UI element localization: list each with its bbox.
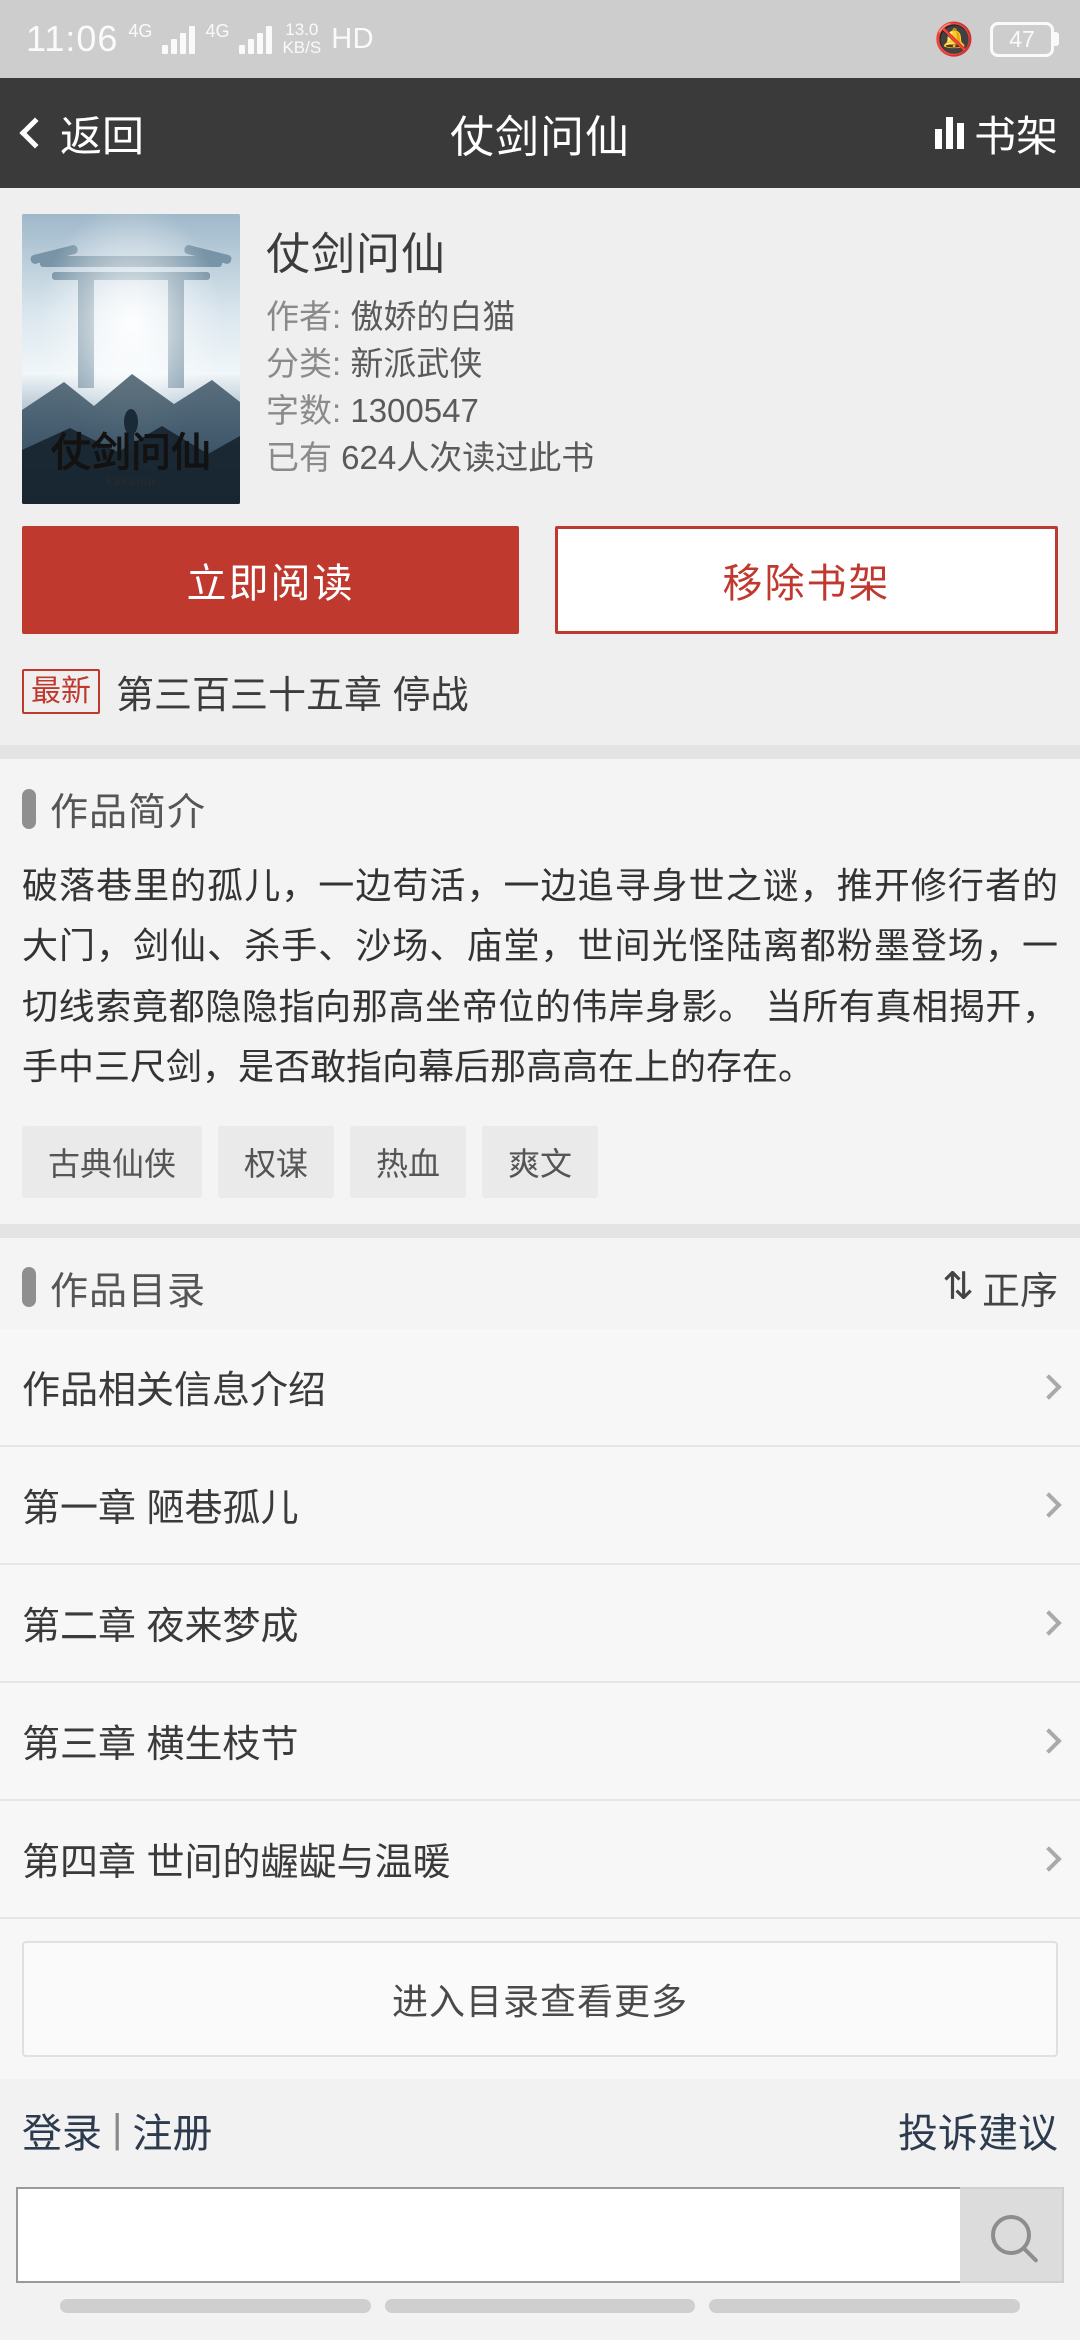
book-cover-artwork: 仗剑问仙 kakaluo	[22, 214, 240, 504]
system-navigation-bar	[0, 2282, 1080, 2313]
nav-home-button[interactable]	[384, 2298, 696, 2313]
chapter-title: 第四章 世间的龌龊与温暖	[22, 1842, 451, 1885]
network-speed-value: 13.0	[285, 20, 319, 40]
book-readers-row: 已有 624人次读过此书	[266, 435, 594, 482]
tag-item[interactable]: 古典仙侠	[22, 1125, 203, 1198]
sort-updown-icon: ⇅	[942, 1266, 974, 1309]
page-footer: 登录 | 注册 投诉建议	[0, 2078, 1080, 2173]
chapter-row[interactable]: 第二章 夜来梦成	[0, 1565, 1080, 1683]
chapter-row[interactable]: 第一章 陋巷孤儿	[0, 1447, 1080, 1565]
navigation-bar: 返回 仗剑问仙 书架	[0, 78, 1080, 188]
book-author-label: 作者:	[266, 298, 342, 335]
network-speed: 13.0 KB/S	[282, 21, 321, 57]
book-readers-count: 624	[341, 438, 397, 476]
action-buttons: 立即阅读 移除书架	[0, 526, 1080, 654]
feedback-link[interactable]: 投诉建议	[898, 2101, 1058, 2159]
tag-item[interactable]: 热血	[350, 1125, 467, 1198]
section-divider	[0, 745, 1080, 759]
search-bar	[0, 2172, 1080, 2283]
network-type-1-label: 4G	[128, 21, 153, 41]
tag-item[interactable]: 爽文	[482, 1125, 599, 1198]
book-wordcount-value: 1300547	[350, 391, 479, 429]
bookshelf-icon	[934, 117, 964, 149]
latest-badge: 最新	[22, 668, 100, 715]
signal-bars-1-icon	[162, 24, 196, 54]
network-speed-unit: KB/S	[282, 38, 322, 57]
hd-call-label: HD	[331, 22, 375, 55]
chapter-title: 第二章 夜来梦成	[22, 1606, 299, 1649]
network-type-2-label: 4G	[205, 21, 230, 41]
login-link[interactable]: 登录	[22, 2101, 102, 2159]
status-bar-left: 11:06 4G 4G 13.0 KB/S HD	[26, 18, 374, 60]
svg-text:kakaluo: kakaluo	[106, 475, 156, 488]
book-author-value: 傲娇的白猫	[350, 298, 516, 335]
chapter-title: 第三章 横生枝节	[22, 1724, 299, 1767]
search-icon	[991, 2214, 1031, 2255]
chevron-right-icon	[1036, 1492, 1062, 1518]
chevron-left-icon	[19, 117, 51, 149]
enter-catalog-button[interactable]: 进入目录查看更多	[22, 1940, 1058, 2057]
remove-from-shelf-button[interactable]: 移除书架	[555, 526, 1058, 634]
search-button[interactable]	[960, 2186, 1064, 2283]
book-title: 仗剑问仙	[266, 230, 446, 279]
chevron-right-icon	[1036, 1728, 1062, 1754]
book-readers-prefix: 已有	[266, 438, 332, 476]
section-accent-bar	[22, 788, 36, 829]
page-title: 仗剑问仙	[450, 113, 630, 162]
read-now-button[interactable]: 立即阅读	[22, 526, 519, 634]
status-bar: 11:06 4G 4G 13.0 KB/S HD 🔕 47	[0, 0, 1080, 78]
tag-item[interactable]: 权谋	[218, 1125, 335, 1198]
nav-back-button[interactable]	[709, 2298, 1021, 2313]
search-input[interactable]	[16, 2186, 960, 2283]
battery-indicator: 47	[990, 21, 1054, 57]
book-cover[interactable]: 仗剑问仙 kakaluo	[22, 214, 240, 504]
book-readers-suffix: 人次读过此书	[396, 438, 595, 476]
sort-order-button[interactable]: ⇅ 正序	[942, 1260, 1058, 1315]
tag-list: 古典仙侠 权谋 热血 爽文	[0, 1108, 1080, 1224]
bookshelf-button[interactable]: 书架	[927, 97, 1066, 170]
chapter-row[interactable]: 作品相关信息介绍	[0, 1329, 1080, 1447]
register-link[interactable]: 注册	[132, 2101, 212, 2159]
section-accent-bar	[22, 1267, 36, 1308]
footer-separator: |	[112, 2107, 123, 2152]
chapter-list: 作品相关信息介绍 第一章 陋巷孤儿 第二章 夜来梦成 第三章 横生枝节 第四章 …	[0, 1328, 1080, 1919]
chapter-title: 第一章 陋巷孤儿	[22, 1488, 299, 1531]
catalog-header: 作品目录 ⇅ 正序	[0, 1238, 1080, 1329]
book-wordcount-row: 字数: 1300547	[266, 388, 594, 435]
chapter-row[interactable]: 第四章 世间的龌龊与温暖	[0, 1801, 1080, 1919]
book-metadata: 仗剑问仙 作者: 傲娇的白猫 分类: 新派武侠 字数: 1300547 已有 6…	[240, 214, 594, 504]
bookshelf-label: 书架	[973, 112, 1058, 160]
latest-chapter-row[interactable]: 最新 第三百三十五章 停战	[0, 654, 1080, 745]
chevron-right-icon	[1036, 1374, 1062, 1400]
latest-chapter-title: 第三百三十五章 停战	[116, 675, 469, 717]
intro-text: 破落巷里的孤儿，一边苟活，一边追寻身世之谜，推开修行者的大门，剑仙、杀手、沙场、…	[22, 865, 1058, 1088]
chapter-row[interactable]: 第三章 横生枝节	[0, 1683, 1080, 1801]
book-category-row: 分类: 新派武侠	[266, 341, 594, 388]
back-button[interactable]: 返回	[14, 97, 154, 170]
intro-header: 作品简介	[0, 759, 1080, 850]
book-wordcount-label: 字数:	[266, 391, 342, 429]
chevron-right-icon	[1036, 1610, 1062, 1636]
book-author-row: 作者: 傲娇的白猫	[266, 294, 594, 341]
chapter-title: 作品相关信息介绍	[22, 1370, 327, 1413]
catalog-heading: 作品目录	[50, 1270, 207, 1313]
chevron-right-icon	[1036, 1846, 1062, 1872]
back-button-label: 返回	[60, 112, 145, 160]
svg-text:仗剑问仙: 仗剑问仙	[50, 429, 211, 476]
intro-section: 作品简介 破落巷里的孤儿，一边苟活，一边追寻身世之谜，推开修行者的大门，剑仙、杀…	[0, 759, 1080, 1224]
book-category-label: 分类:	[266, 344, 342, 382]
section-divider	[0, 1223, 1080, 1238]
app-screen: 11:06 4G 4G 13.0 KB/S HD 🔕 47 返回 仗剑问仙 书架	[0, 0, 1080, 2340]
book-category-value: 新派武侠	[350, 344, 483, 382]
intro-heading: 作品简介	[50, 792, 207, 834]
catalog-section: 作品目录 ⇅ 正序	[0, 1237, 1080, 1329]
bell-muted-icon: 🔕	[934, 21, 974, 57]
more-chapters-wrapper: 进入目录查看更多	[0, 1918, 1080, 2079]
book-header: 仗剑问仙 kakaluo 仗剑问仙 作者: 傲娇的白猫 分类: 新派武侠 字数:…	[0, 188, 1080, 526]
sort-order-label: 正序	[981, 1270, 1058, 1313]
status-bar-right: 🔕 47	[934, 20, 1054, 58]
nav-recents-button[interactable]	[60, 2298, 371, 2313]
signal-bars-2-icon	[239, 24, 273, 54]
clock: 11:06	[26, 18, 119, 59]
